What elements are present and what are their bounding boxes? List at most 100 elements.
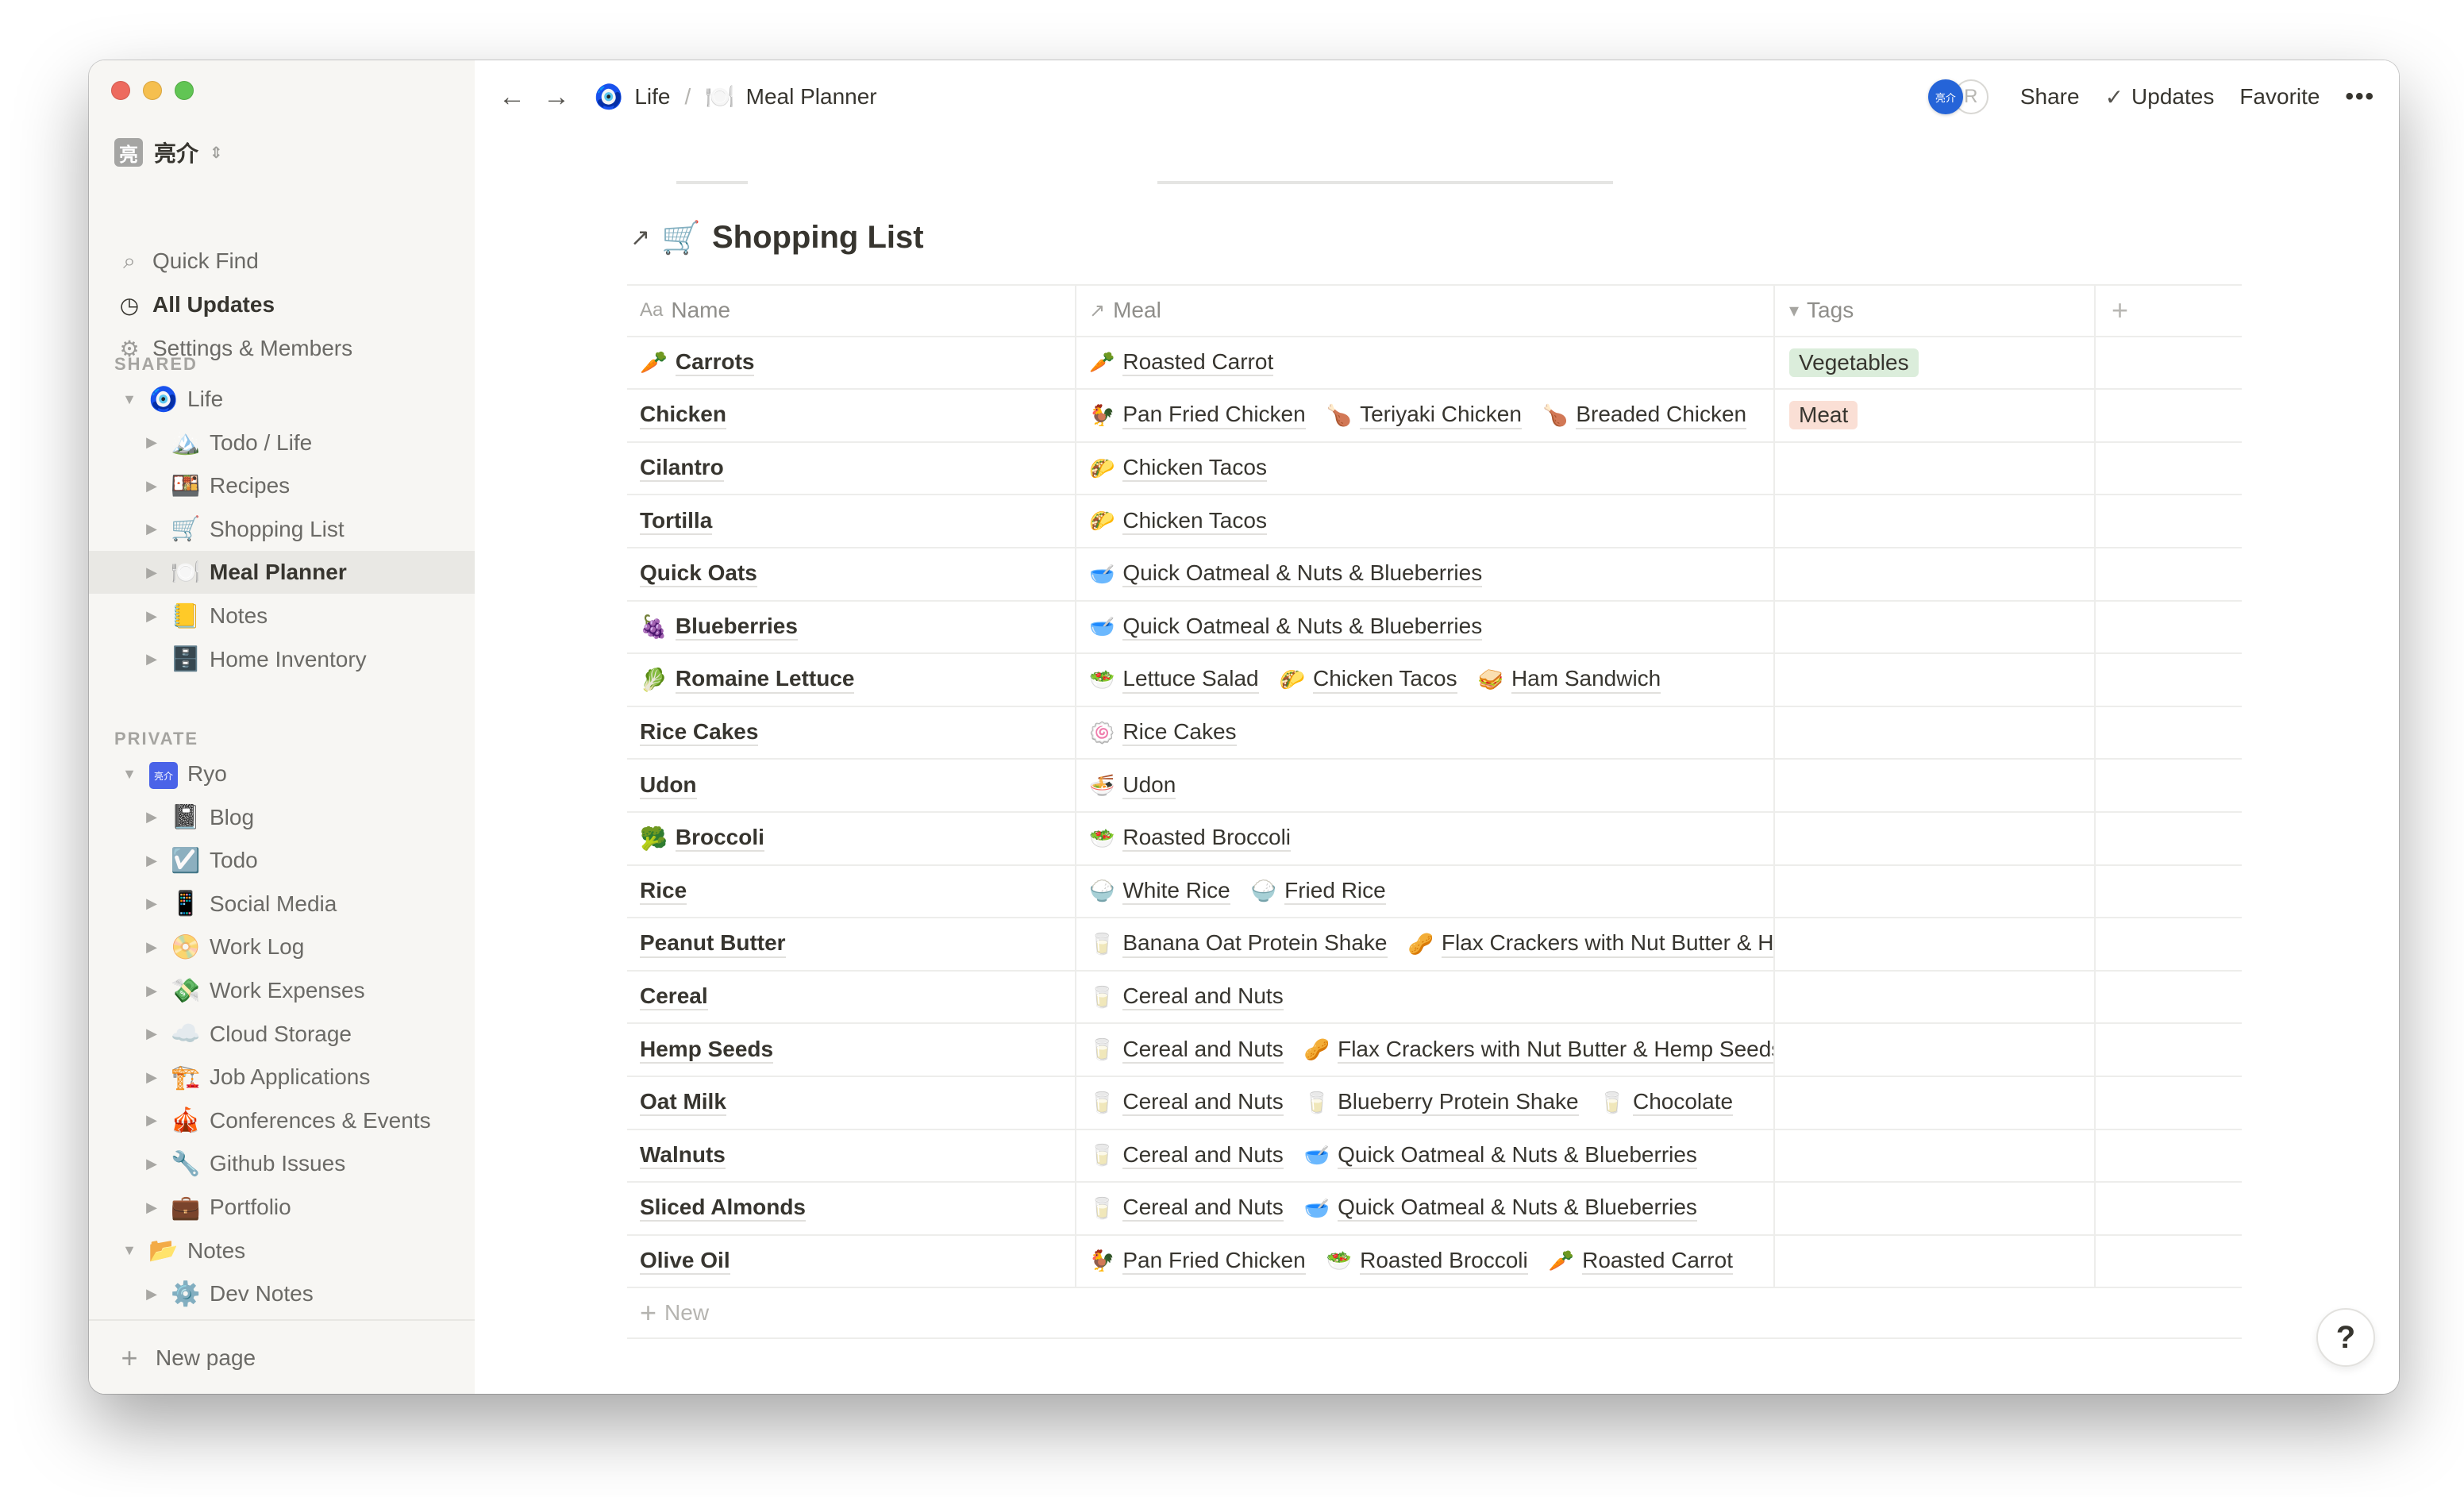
meal-relation-link[interactable]: 🥣 Quick Oatmeal & Nuts & Blueberries bbox=[1304, 1195, 1697, 1222]
item-name[interactable]: Oat Milk bbox=[640, 1089, 726, 1117]
meal-relation-link[interactable]: 🥛 Cereal and Nuts bbox=[1089, 1037, 1284, 1064]
sidebar-item-blog[interactable]: ▶ 📓 Blog bbox=[89, 796, 475, 839]
share-button[interactable]: Share bbox=[2020, 84, 2080, 110]
tags-cell[interactable] bbox=[1775, 654, 2096, 706]
meal-relation-link[interactable]: 🥪 Ham Sandwich bbox=[1478, 666, 1661, 694]
item-name[interactable]: Tortilla bbox=[640, 508, 713, 535]
meal-cell[interactable]: 🥛 Cereal and Nuts 🥜 Flax Crackers with Nut … bbox=[1076, 1024, 1775, 1076]
triangle-right-icon[interactable]: ▶ bbox=[143, 895, 160, 912]
column-header-tags[interactable]: ▾ Tags bbox=[1775, 286, 2096, 336]
sidebar-item-home-inventory[interactable]: ▶ 🗄️ Home Inventory bbox=[89, 638, 475, 681]
item-name[interactable]: Romaine Lettuce bbox=[675, 666, 855, 694]
name-cell[interactable]: Chicken bbox=[627, 390, 1076, 441]
meal-relation-link[interactable]: 🥗 Lettuce Salad bbox=[1089, 666, 1259, 694]
sidebar-item-cloud-storage[interactable]: ▶ ☁️ Cloud Storage bbox=[89, 1013, 475, 1056]
tags-cell[interactable] bbox=[1775, 706, 2096, 759]
meal-relation-link[interactable]: 🍗 Breaded Chicken bbox=[1542, 402, 1747, 429]
item-name[interactable]: Olive Oil bbox=[640, 1248, 730, 1276]
name-cell[interactable]: Rice Cakes bbox=[627, 706, 1076, 759]
triangle-right-icon[interactable]: ▶ bbox=[143, 1286, 160, 1303]
name-cell[interactable]: 🥕 Carrots bbox=[627, 337, 1076, 389]
triangle-right-icon[interactable]: ▶ bbox=[143, 852, 160, 869]
back-arrow-icon[interactable]: ← bbox=[499, 82, 526, 113]
sidebar-all-updates[interactable]: ◷ All Updates bbox=[89, 283, 475, 326]
name-cell[interactable]: Tortilla bbox=[627, 495, 1076, 547]
sidebar-item-recipes[interactable]: ▶ 🍱 Recipes bbox=[89, 464, 475, 507]
meal-relation-link[interactable]: 🍚 Fried Rice bbox=[1251, 878, 1386, 905]
name-cell[interactable]: Hemp Seeds bbox=[627, 1024, 1076, 1076]
close-window-button[interactable] bbox=[111, 81, 130, 100]
forward-arrow-icon[interactable]: → bbox=[543, 82, 570, 113]
sidebar-item-shopping-list[interactable]: ▶ 🛒 Shopping List bbox=[89, 508, 475, 551]
sidebar-item-notes-folder[interactable]: ▼ 📂 Notes bbox=[89, 1230, 475, 1272]
new-row-button[interactable]: + New bbox=[627, 1288, 2242, 1340]
meal-relation-link[interactable]: 🥣 Quick Oatmeal & Nuts & Blueberries bbox=[1304, 1142, 1697, 1169]
favorite-button[interactable]: Favorite bbox=[2239, 84, 2320, 110]
triangle-right-icon[interactable]: ▶ bbox=[143, 1069, 160, 1086]
meal-cell[interactable]: 🥗 Lettuce Salad 🌮 Chicken Tacos 🥪 Ham Sandwic… bbox=[1076, 654, 1775, 706]
name-cell[interactable]: Quick Oats bbox=[627, 548, 1076, 600]
meal-relation-link[interactable]: 🥣 Quick Oatmeal & Nuts & Blueberries bbox=[1089, 614, 1483, 641]
item-name[interactable]: Broccoli bbox=[675, 825, 764, 852]
triangle-right-icon[interactable]: ▶ bbox=[143, 939, 160, 956]
tags-cell[interactable] bbox=[1775, 1076, 2096, 1129]
more-options-icon[interactable]: ••• bbox=[2345, 83, 2375, 110]
linked-database-arrow-icon[interactable]: ↗ bbox=[630, 224, 650, 252]
minimize-window-button[interactable] bbox=[143, 81, 162, 100]
meal-relation-link[interactable]: 🐓 Pan Fried Chicken bbox=[1089, 402, 1306, 429]
column-header-name[interactable]: Aa Name bbox=[627, 286, 1076, 336]
tags-cell[interactable] bbox=[1775, 548, 2096, 600]
sidebar-item-life[interactable]: ▼ 🧿 Life bbox=[89, 378, 475, 421]
sidebar-item-meal-planner[interactable]: ▶ 🍽️ Meal Planner bbox=[89, 551, 475, 595]
name-cell[interactable]: 🍇 Blueberries bbox=[627, 601, 1076, 653]
triangle-right-icon[interactable]: ▶ bbox=[143, 1112, 160, 1129]
meal-cell[interactable]: 🥕 Roasted Carrot bbox=[1076, 337, 1775, 389]
name-cell[interactable]: 🥬 Romaine Lettuce bbox=[627, 654, 1076, 706]
item-name[interactable]: Walnuts bbox=[640, 1142, 726, 1169]
meal-relation-link[interactable]: 🐓 Pan Fried Chicken bbox=[1089, 1248, 1306, 1276]
meal-relation-link[interactable]: 🍜 Udon bbox=[1089, 772, 1176, 799]
meal-cell[interactable]: 🥛 Cereal and Nuts bbox=[1076, 971, 1775, 1023]
sidebar-item-work-log[interactable]: ▶ 📀 Work Log bbox=[89, 926, 475, 968]
tags-cell[interactable] bbox=[1775, 1129, 2096, 1182]
sidebar-item-ryo[interactable]: ▼ 亮介 Ryo bbox=[89, 752, 475, 795]
sidebar-item-social-media[interactable]: ▶ 📱 Social Media bbox=[89, 883, 475, 926]
meal-cell[interactable]: 🥛 Cereal and Nuts 🥣 Quick Oatmeal & Nuts & … bbox=[1076, 1129, 1775, 1182]
name-cell[interactable]: Sliced Almonds bbox=[627, 1183, 1076, 1234]
meal-relation-link[interactable]: 🍚 White Rice bbox=[1089, 878, 1230, 905]
name-cell[interactable]: Peanut Butter bbox=[627, 918, 1076, 970]
meal-cell[interactable]: 🥣 Quick Oatmeal & Nuts & Blueberries bbox=[1076, 548, 1775, 600]
item-name[interactable]: Blueberries bbox=[675, 614, 798, 641]
meal-relation-link[interactable]: 🥛 Banana Oat Protein Shake bbox=[1089, 930, 1388, 958]
meal-cell[interactable]: 🐓 Pan Fried Chicken 🍗 Teriyaki Chicken 🍗 Brea… bbox=[1076, 390, 1775, 441]
sidebar-item-job-applications[interactable]: ▶ 🏗️ Job Applications bbox=[89, 1056, 475, 1099]
breadcrumb-life[interactable]: Life bbox=[634, 84, 670, 110]
sidebar-item-todo-life[interactable]: ▶ 🏔️ Todo / Life bbox=[89, 421, 475, 464]
item-name[interactable]: Hemp Seeds bbox=[640, 1037, 774, 1064]
zoom-window-button[interactable] bbox=[175, 81, 194, 100]
triangle-right-icon[interactable]: ▶ bbox=[143, 521, 160, 537]
meal-relation-link[interactable]: 🌮 Chicken Tacos bbox=[1089, 508, 1267, 535]
item-name[interactable]: Udon bbox=[640, 772, 697, 799]
item-name[interactable]: Peanut Butter bbox=[640, 930, 786, 958]
meal-relation-link[interactable]: 🍗 Teriyaki Chicken bbox=[1326, 402, 1522, 429]
column-header-meal[interactable]: ↗ Meal bbox=[1076, 286, 1775, 336]
meal-cell[interactable]: 🥣 Quick Oatmeal & Nuts & Blueberries bbox=[1076, 601, 1775, 653]
sidebar-item-github-issues[interactable]: ▶ 🔧 Github Issues bbox=[89, 1142, 475, 1185]
meal-cell[interactable]: 🍜 Udon bbox=[1076, 760, 1775, 811]
triangle-down-icon[interactable]: ▼ bbox=[121, 391, 138, 408]
meal-relation-link[interactable]: 🍥 Rice Cakes bbox=[1089, 719, 1237, 747]
name-cell[interactable]: 🥦 Broccoli bbox=[627, 812, 1076, 864]
meal-relation-link[interactable]: 🥣 Quick Oatmeal & Nuts & Blueberries bbox=[1089, 560, 1483, 588]
help-button[interactable]: ? bbox=[2316, 1308, 2375, 1367]
meal-cell[interactable]: 🥛 Banana Oat Protein Shake 🥜 Flax Crackers … bbox=[1076, 918, 1775, 970]
tags-cell[interactable] bbox=[1775, 865, 2096, 918]
sidebar-item-dev-notes[interactable]: ▶ ⚙️ Dev Notes bbox=[89, 1272, 475, 1315]
meal-cell[interactable]: 🐓 Pan Fried Chicken 🥗 Roasted Broccoli 🥕 Roas… bbox=[1076, 1235, 1775, 1287]
triangle-right-icon[interactable]: ▶ bbox=[143, 608, 160, 625]
item-name[interactable]: Cilantro bbox=[640, 455, 724, 483]
item-name[interactable]: Rice bbox=[640, 878, 687, 905]
name-cell[interactable]: Cereal bbox=[627, 971, 1076, 1023]
tags-cell[interactable] bbox=[1775, 971, 2096, 1023]
meal-relation-link[interactable]: 🌮 Chicken Tacos bbox=[1280, 666, 1457, 694]
